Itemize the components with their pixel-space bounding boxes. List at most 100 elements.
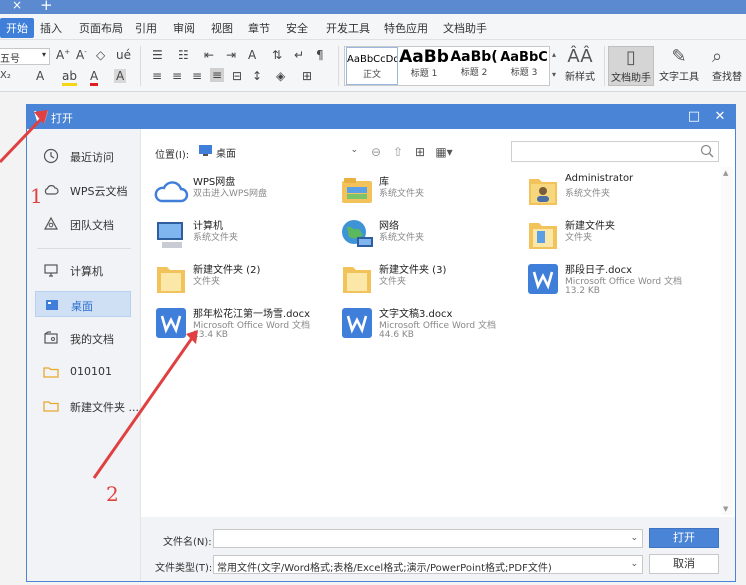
close-button[interactable]: ✕ bbox=[711, 108, 729, 126]
file-item-new-folder[interactable]: 新建文件夹 文件夹 bbox=[519, 215, 705, 257]
location-select[interactable]: 桌面 ⌄ bbox=[196, 142, 361, 161]
menu-view[interactable]: 视图 bbox=[211, 20, 233, 36]
align-right-icon[interactable]: ≡ bbox=[192, 69, 202, 83]
scroll-down-icon[interactable]: ▼ bbox=[723, 505, 728, 513]
filename-input[interactable]: ⌄ bbox=[213, 529, 643, 548]
menu-insert[interactable]: 插入 bbox=[40, 20, 62, 36]
file-type: 双击进入WPS网盘 bbox=[193, 189, 268, 199]
sidebar-item-folder-010101[interactable]: 010101 bbox=[35, 359, 131, 385]
menu-security[interactable]: 安全 bbox=[286, 20, 308, 36]
file-type: 系统文件夹 bbox=[193, 233, 239, 243]
char-shading-icon[interactable]: A bbox=[114, 69, 127, 83]
view-mode-icon[interactable]: ▦▾ bbox=[435, 143, 453, 161]
menu-special-apps[interactable]: 特色应用 bbox=[384, 20, 428, 36]
new-folder-icon[interactable]: ⊞ bbox=[411, 143, 429, 161]
numbered-list-icon[interactable]: ☷ bbox=[178, 48, 189, 62]
style-name: 正文 bbox=[362, 70, 381, 80]
network-icon bbox=[342, 220, 373, 247]
sidebar-item-new-folder[interactable]: 新建文件夹 ... bbox=[35, 393, 139, 419]
show-marks-icon[interactable]: ↵ bbox=[294, 48, 304, 62]
menu-section[interactable]: 章节 bbox=[248, 20, 270, 36]
font-color-icon[interactable]: A bbox=[90, 69, 99, 86]
file-item-wps-cloud[interactable]: WPS网盘 双击进入WPS网盘 bbox=[147, 171, 333, 213]
folder-icon bbox=[43, 367, 59, 378]
text-effect-icon[interactable]: A bbox=[36, 69, 44, 83]
filetype-value: 常用文件(文字/Word格式;表格/Excel格式;演示/PowerPoint格… bbox=[217, 563, 552, 574]
file-item-naduan-rizi[interactable]: 那段日子.docx Microsoft Office Word 文档 13.2 … bbox=[519, 259, 705, 301]
file-list: WPS网盘 双击进入WPS网盘 库 系统文件夹 Administrator 系统… bbox=[141, 167, 735, 515]
scroll-up-icon[interactable]: ▲ bbox=[723, 169, 728, 177]
shrink-font-icon[interactable]: A- bbox=[76, 48, 87, 62]
style-heading-3[interactable]: AaBbC 标题 3 bbox=[499, 47, 549, 85]
border-icon[interactable]: ⊞ bbox=[302, 69, 312, 83]
menu-home[interactable]: 开始 bbox=[0, 18, 34, 38]
user-folder-icon bbox=[529, 179, 557, 205]
open-dialog: 打开 □ ✕ 最近访问 WPS云文档 团队文档 计算机 桌面 我的文档 0101… bbox=[26, 104, 736, 582]
more-styles-icon[interactable]: ▾ bbox=[552, 70, 556, 79]
file-item-songhuajiang[interactable]: 那年松花江第一场雪.docx Microsoft Office Word 文档 … bbox=[147, 303, 333, 345]
doc-assistant-button[interactable]: ▯ 文档助手 bbox=[608, 46, 654, 86]
close-tab-button[interactable]: × bbox=[12, 0, 22, 12]
style-heading-1[interactable]: AaBb 标题 1 bbox=[399, 47, 449, 85]
bullet-list-icon[interactable]: ☰ bbox=[152, 48, 163, 62]
sidebar-item-recent[interactable]: 最近访问 bbox=[35, 143, 131, 169]
desktop-icon bbox=[199, 145, 212, 156]
highlight-icon[interactable]: ab bbox=[62, 69, 77, 86]
file-item-administrator[interactable]: Administrator 系统文件夹 bbox=[519, 171, 705, 213]
menu-developer[interactable]: 开发工具 bbox=[326, 20, 370, 36]
search-icon: ⌕ bbox=[712, 46, 723, 67]
sidebar-item-my-documents[interactable]: 我的文档 bbox=[35, 325, 131, 351]
file-item-wenzi-wengao-3[interactable]: 文字文稿3.docx Microsoft Office Word 文档 44.6… bbox=[333, 303, 519, 345]
pinyin-icon[interactable]: ué bbox=[116, 48, 131, 62]
subscript-icon[interactable]: X₂ bbox=[0, 70, 11, 81]
cancel-button[interactable]: 取消 bbox=[649, 554, 719, 574]
sidebar-item-label: 最近访问 bbox=[70, 151, 114, 164]
file-item-new-folder-3[interactable]: 新建文件夹 (3) 文件夹 bbox=[333, 259, 519, 301]
paragraph-mark-icon[interactable]: ¶ bbox=[316, 48, 324, 62]
up-folder-icon[interactable]: ⇧ bbox=[389, 143, 407, 161]
clear-format-icon[interactable]: ◇ bbox=[96, 48, 105, 62]
distribute-icon[interactable]: ⊟ bbox=[232, 69, 242, 83]
folder-icon bbox=[529, 223, 557, 249]
filetype-select[interactable]: 常用文件(文字/Word格式;表格/Excel格式;演示/PowerPoint格… bbox=[213, 555, 643, 574]
decrease-indent-icon[interactable]: ⇤ bbox=[204, 48, 214, 62]
style-normal[interactable]: AaBbCcDd 正文 bbox=[346, 47, 398, 85]
find-replace-button[interactable]: ⌕ 查找替 bbox=[712, 46, 746, 83]
maximize-button[interactable]: □ bbox=[685, 108, 703, 126]
my-documents-icon bbox=[44, 331, 58, 344]
scroll-up-icon[interactable]: ▴ bbox=[552, 50, 556, 59]
clock-icon bbox=[43, 148, 59, 164]
menu-references[interactable]: 引用 bbox=[135, 20, 157, 36]
new-style-button[interactable]: ÂÂ 新样式 bbox=[560, 46, 600, 83]
font-size-select[interactable]: 五号 ▾ bbox=[0, 48, 50, 65]
line-spacing-icon[interactable]: ↕ bbox=[252, 69, 262, 83]
sidebar-item-wps-cloud[interactable]: WPS云文档 bbox=[35, 177, 131, 203]
sidebar-item-desktop[interactable]: 桌面 bbox=[35, 291, 131, 317]
menu-review[interactable]: 审阅 bbox=[173, 20, 195, 36]
file-item-library[interactable]: 库 系统文件夹 bbox=[333, 171, 519, 213]
increase-indent-icon[interactable]: ⇥ bbox=[226, 48, 236, 62]
file-item-network[interactable]: 网络 系统文件夹 bbox=[333, 215, 519, 257]
file-item-computer[interactable]: 计算机 系统文件夹 bbox=[147, 215, 333, 257]
open-button[interactable]: 打开 bbox=[649, 528, 719, 548]
grow-font-icon[interactable]: A+ bbox=[56, 48, 70, 62]
file-list-scrollbar[interactable]: ▲ ▼ bbox=[721, 167, 733, 515]
chinese-layout-icon[interactable]: A bbox=[248, 48, 256, 62]
menu-page-layout[interactable]: 页面布局 bbox=[79, 20, 123, 36]
justify-icon[interactable]: ≡ bbox=[210, 68, 225, 82]
menu-doc-assistant[interactable]: 文档助手 bbox=[443, 20, 487, 36]
sidebar-item-computer[interactable]: 计算机 bbox=[35, 257, 131, 283]
back-icon[interactable]: ⊖ bbox=[367, 143, 385, 161]
sidebar-item-team-docs[interactable]: 团队文档 bbox=[35, 211, 131, 237]
annotation-number-2: 2 bbox=[106, 482, 119, 506]
text-tools-button[interactable]: ✎ 文字工具 bbox=[656, 46, 702, 83]
align-center-icon[interactable]: ≡ bbox=[172, 69, 182, 83]
align-left-icon[interactable]: ≡ bbox=[152, 69, 162, 83]
new-tab-button[interactable]: + bbox=[40, 0, 53, 14]
file-item-new-folder-2[interactable]: 新建文件夹 (2) 文件夹 bbox=[147, 259, 333, 301]
style-heading-2[interactable]: AaBb( 标题 2 bbox=[449, 47, 499, 85]
shading-icon[interactable]: ◈ bbox=[276, 69, 285, 83]
sort-icon[interactable]: ⇅ bbox=[272, 48, 282, 62]
file-size: 44.6 KB bbox=[379, 330, 414, 340]
search-input[interactable] bbox=[511, 141, 719, 162]
